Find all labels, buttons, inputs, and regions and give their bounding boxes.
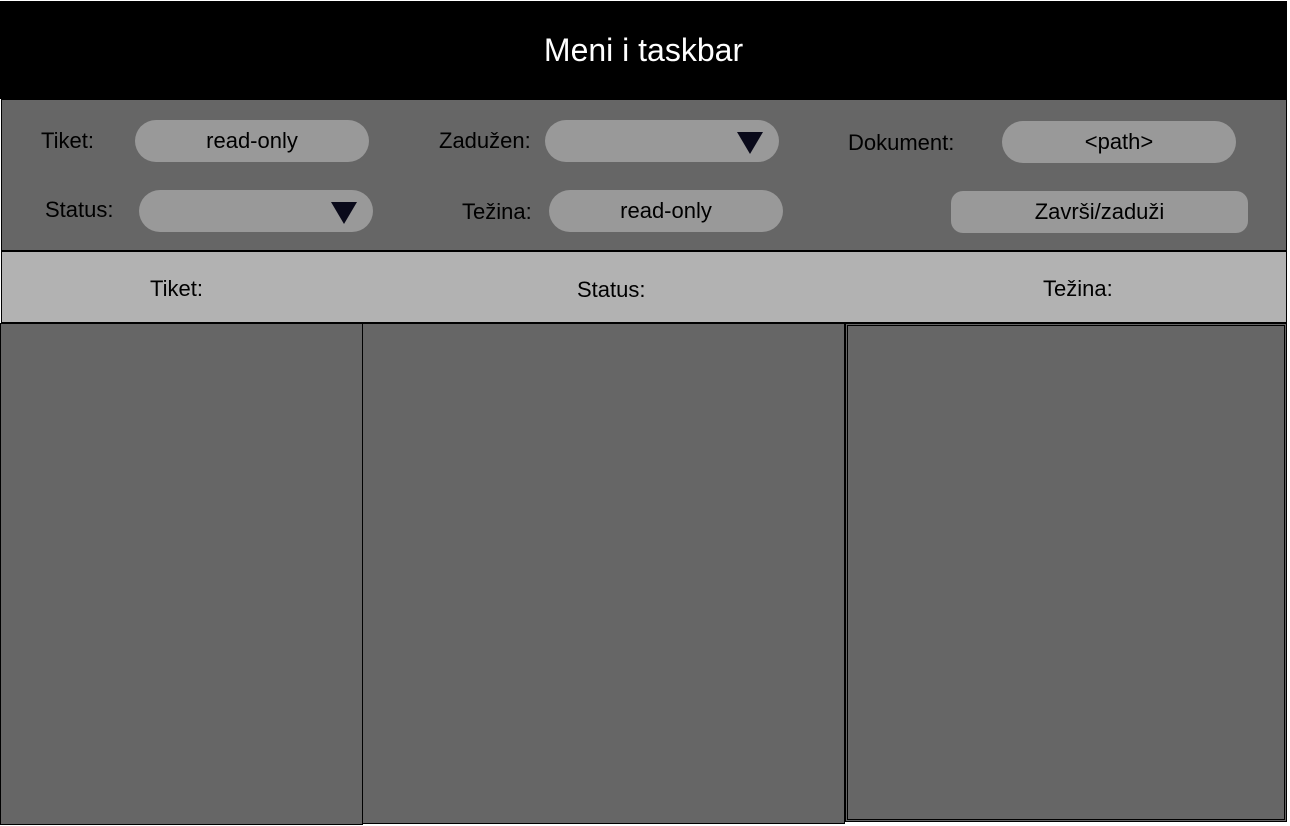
weight-column-list[interactable] [845, 323, 1287, 822]
assigned-dropdown[interactable] [545, 120, 779, 162]
document-path-field[interactable]: <path> [1002, 121, 1236, 163]
document-label: Dokument: [848, 130, 955, 155]
triangle-down-icon [331, 202, 357, 224]
triangle-down-icon [737, 132, 763, 154]
ticket-form-panel: Tiket: read-only Zadužen: Dokument: <pat… [1, 99, 1287, 251]
menu-taskbar[interactable]: Meni i taskbar [0, 1, 1287, 99]
ticket-column-list[interactable] [0, 323, 363, 825]
app-window: Meni i taskbar Tiket: read-only Zadužen:… [0, 0, 1290, 826]
menu-taskbar-title: Meni i taskbar [543, 31, 744, 68]
ticket-label: Tiket: [41, 128, 94, 153]
assigned-label: Zadužen: [439, 128, 531, 153]
ticket-field: read-only [135, 120, 369, 162]
status-column-list[interactable] [362, 323, 845, 824]
finish-assign-button[interactable]: Završi/zaduži [951, 191, 1248, 233]
column-header-status: Status: [577, 277, 646, 302]
column-header-weight: Težina: [1043, 276, 1113, 301]
status-dropdown[interactable] [139, 190, 373, 232]
weight-field: read-only [549, 190, 783, 232]
column-header-ticket: Tiket: [150, 276, 203, 301]
status-label: Status: [45, 197, 114, 222]
weight-label: Težina: [462, 199, 532, 224]
table-header: Tiket: Status: Težina: [1, 251, 1287, 323]
document-path-value: <path> [1084, 129, 1154, 154]
ticket-field-value: read-only [206, 128, 298, 153]
finish-assign-button-label: Završi/zaduži [1034, 199, 1165, 224]
weight-field-value: read-only [620, 198, 712, 223]
